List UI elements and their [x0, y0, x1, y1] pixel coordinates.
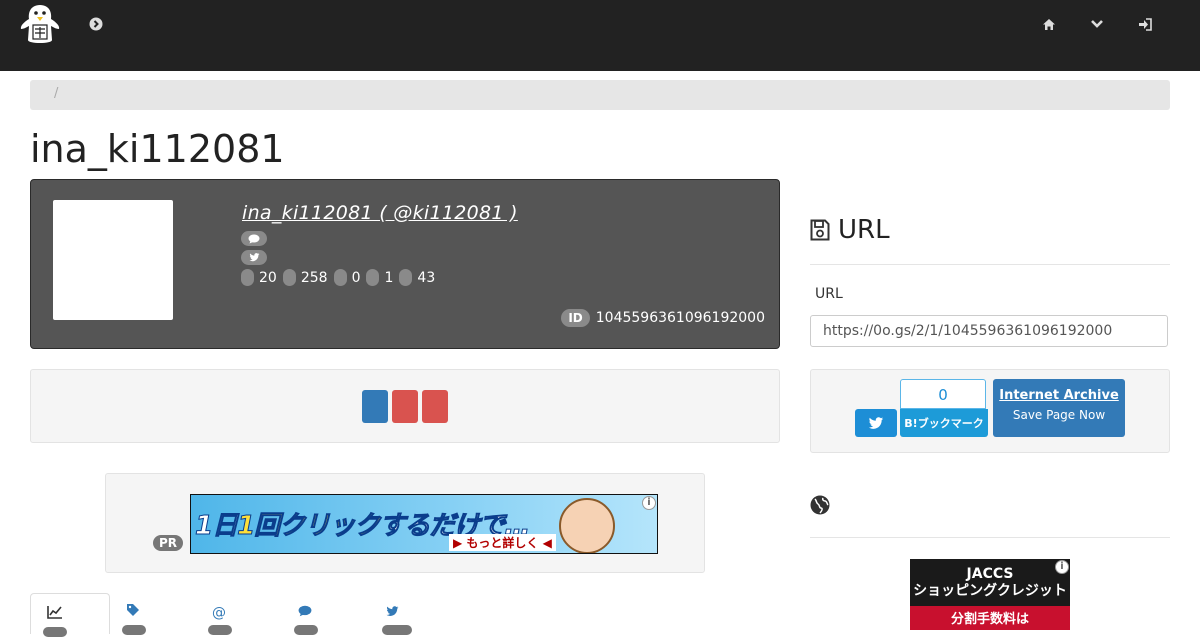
stat-icon [333, 269, 347, 286]
social-box: 0 B!ブックマーク Internet Archive Save Page No… [810, 369, 1170, 453]
url-input[interactable] [810, 315, 1168, 347]
tab-tweets[interactable] [382, 602, 412, 635]
archive-subtitle: Save Page Now [1012, 408, 1106, 422]
id-value: 1045596361096192000 [595, 310, 765, 326]
divider [810, 264, 1170, 265]
at-icon: @ [212, 605, 226, 621]
tab-tag[interactable] [122, 602, 146, 635]
banner-text: 1日 [194, 511, 238, 542]
share-button-blue[interactable] [362, 390, 388, 423]
divider [810, 537, 1170, 538]
breadcrumb: / [30, 80, 1170, 110]
stat-value: 0 [351, 269, 361, 286]
tab-chart[interactable] [30, 593, 110, 637]
banner-text-highlight: 1回 [237, 511, 281, 542]
banner-more-link[interactable]: ▶ もっと詳しく ◀ [449, 534, 556, 551]
banner-character-image [559, 498, 615, 553]
navbar [0, 0, 1200, 71]
globe-icon [810, 495, 830, 515]
twitter-icon [868, 416, 884, 429]
chevron-down-icon[interactable] [1088, 16, 1106, 32]
stat-icon [282, 269, 296, 286]
profile-card: ina_ki112081 ( @ki112081 ) 20 258 0 1 43… [30, 179, 780, 349]
share-button-red[interactable] [392, 390, 418, 423]
stat-value: 1 [384, 269, 394, 286]
ad-brand-line: JACCS [966, 566, 1014, 582]
profile-name-link[interactable]: ina_ki112081 ( @ki112081 ) [242, 202, 518, 224]
twitter-icon[interactable] [241, 250, 267, 265]
share-box [30, 369, 780, 443]
info-icon[interactable]: i [642, 496, 656, 510]
breadcrumb-separator: / [54, 86, 59, 101]
chevron-circle-right-icon[interactable] [87, 16, 105, 32]
hatena-bookmark-button[interactable]: B!ブックマーク [900, 409, 988, 437]
jaccs-ad-banner[interactable]: JACCS ショッピングクレジット 分割手数料は i [910, 559, 1070, 630]
hatena-count: 0 [900, 379, 986, 409]
twitter-icon [386, 606, 399, 616]
avatar[interactable] [53, 200, 173, 320]
stat-value: 20 [259, 269, 277, 286]
stat-value: 258 [300, 269, 328, 286]
ad-subtext: 分割手数料は [910, 606, 1070, 630]
banner-text-highlight: クリック [279, 511, 381, 542]
ad-banner[interactable]: 1日1回クリックするだけで… ▶ もっと詳しく ◀ i [190, 494, 658, 554]
stats-tabs: @ [30, 593, 780, 637]
id-row: ID 1045596361096192000 [561, 309, 765, 327]
comment-icon [298, 605, 312, 617]
stat-value: 43 [417, 269, 436, 286]
sign-in-icon[interactable] [1136, 16, 1154, 32]
url-label: URL [815, 286, 843, 302]
tag-icon [127, 604, 139, 616]
line-chart-icon [43, 604, 67, 637]
page-title: ina_ki112081 [30, 127, 285, 171]
stat-icon [399, 269, 413, 286]
floppy-disk-icon [810, 219, 830, 241]
stat-icon [241, 269, 254, 286]
comment-icon[interactable] [241, 231, 267, 246]
url-title-text: URL [838, 215, 890, 245]
logo-icon[interactable] [18, 2, 62, 46]
id-badge: ID [561, 309, 590, 327]
info-icon[interactable]: i [1055, 560, 1069, 574]
home-icon[interactable] [1040, 16, 1058, 32]
url-section-title: URL [810, 215, 890, 245]
archive-title: Internet Archive [999, 388, 1119, 403]
stat-icon [366, 269, 380, 286]
ad-brand-line: ショッピングクレジット [913, 583, 1067, 599]
profile-stats: 20 258 0 1 43 [241, 269, 441, 286]
pr-badge: PR [153, 535, 184, 551]
share-button-red[interactable] [422, 390, 448, 423]
tab-reply[interactable] [294, 602, 318, 635]
ad-box: PR 1日1回クリックするだけで… ▶ もっと詳しく ◀ i [105, 473, 705, 573]
tab-mention[interactable]: @ [208, 602, 232, 635]
ad-brand: JACCS ショッピングクレジット [910, 566, 1070, 600]
internet-archive-button[interactable]: Internet Archive Save Page Now [993, 379, 1125, 437]
twitter-share-button[interactable] [855, 409, 897, 437]
